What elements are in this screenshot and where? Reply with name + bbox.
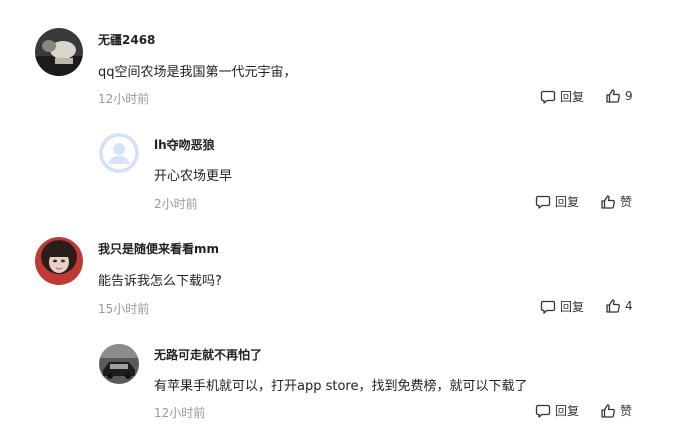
comment-bubble-icon: [535, 195, 551, 209]
timestamp: 2小时前: [154, 197, 198, 211]
reply-comment-item: 无路可走就不再怕了 有苹果手机就可以，打开app store，找到免费榜，就可以…: [0, 325, 674, 429]
like-count: 4: [625, 299, 633, 313]
like-count: 9: [625, 89, 633, 103]
comment-text: qq空间农场是我国第一代元宇宙，: [98, 65, 297, 80]
thumbs-up-icon: [606, 299, 620, 313]
comment-bubble-icon: [535, 404, 551, 418]
username[interactable]: lh夺吻恶狼: [154, 136, 215, 153]
avatar[interactable]: [99, 344, 139, 384]
comment-bubble-icon: [540, 300, 556, 314]
timestamp: 12小时前: [98, 92, 150, 106]
like-button[interactable]: 4: [605, 298, 633, 314]
thumbs-up-icon: [606, 89, 620, 103]
like-label: 赞: [620, 195, 633, 209]
timestamp: 12小时前: [154, 406, 206, 420]
reply-comment-item: lh夺吻恶狼 开心农场更早 2小时前 回复 赞: [0, 110, 674, 215]
comment-text: 能告诉我怎么下载吗?: [98, 274, 222, 289]
username[interactable]: 我只是随便来看看mm: [98, 240, 219, 257]
avatar[interactable]: [35, 28, 83, 76]
reply-button[interactable]: 回复: [535, 193, 579, 210]
reply-label: 回复: [555, 404, 580, 418]
comment-text: 有苹果手机就可以，打开app store，找到免费榜，就可以下载了: [154, 379, 528, 394]
like-button[interactable]: 赞: [600, 193, 632, 210]
comment-bubble-icon: [540, 90, 556, 104]
reply-button[interactable]: 回复: [540, 298, 584, 315]
reply-label: 回复: [560, 90, 585, 104]
like-button[interactable]: 9: [605, 88, 633, 104]
thumbs-up-icon: [601, 194, 615, 209]
timestamp: 15小时前: [98, 302, 150, 316]
reply-button[interactable]: 回复: [540, 88, 584, 105]
avatar[interactable]: [35, 237, 83, 285]
username[interactable]: 无路可走就不再怕了: [154, 346, 262, 363]
like-button[interactable]: 赞: [600, 402, 632, 419]
reply-label: 回复: [560, 300, 585, 314]
avatar[interactable]: [99, 133, 139, 173]
username[interactable]: 无疆2468: [98, 31, 155, 48]
comment-item: 无疆2468 qq空间农场是我国第一代元宇宙， 12小时前 回复 9: [0, 0, 674, 110]
like-label: 赞: [620, 404, 633, 418]
thumbs-up-icon: [601, 403, 615, 418]
reply-button[interactable]: 回复: [535, 402, 579, 419]
comment-text: 开心农场更早: [154, 169, 233, 184]
reply-label: 回复: [555, 195, 580, 209]
comment-item: 我只是随便来看看mm 能告诉我怎么下载吗? 15小时前 回复 4: [0, 215, 674, 325]
